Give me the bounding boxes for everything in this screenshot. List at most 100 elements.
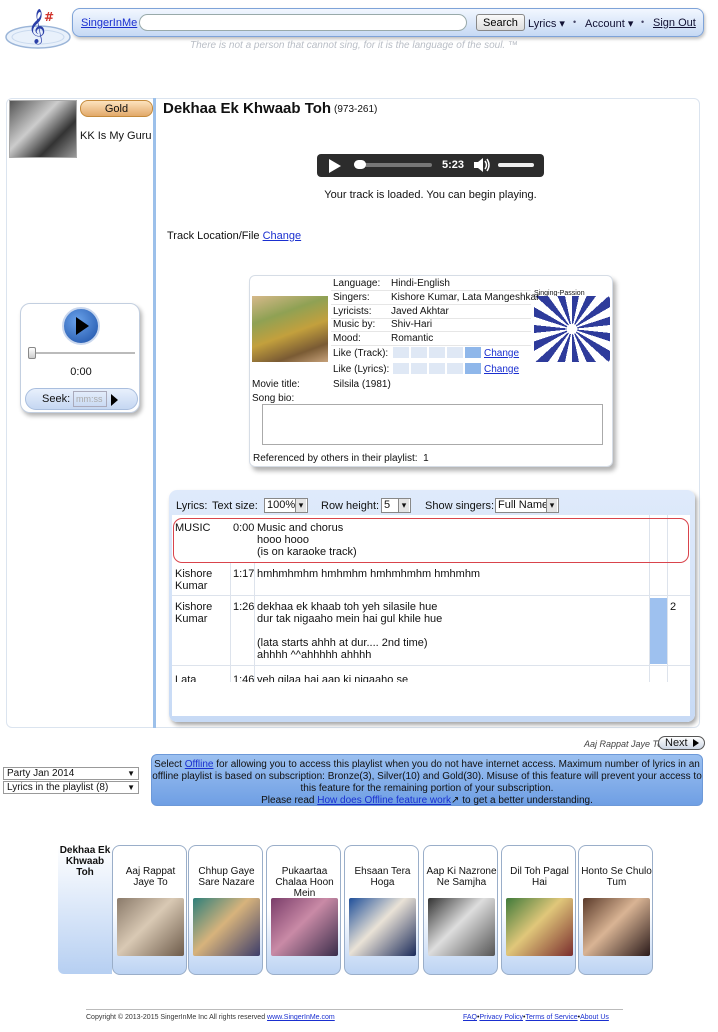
like-track-label: Like (Track):	[333, 348, 389, 359]
seek-go-icon[interactable]	[111, 394, 118, 406]
sign-out-link[interactable]: Sign Out	[653, 17, 696, 29]
like-rating-box[interactable]	[411, 347, 427, 358]
playlist-tile-title: Aap Ki Nazrone Ne Samjha	[426, 866, 497, 888]
current-song-title: Dekhaa Ek Khwaab Toh	[59, 845, 111, 878]
faq-link[interactable]: FAQ	[463, 1014, 477, 1021]
volume-slider[interactable]	[498, 163, 534, 167]
info-label: Lyricists:	[333, 306, 372, 317]
site-link[interactable]: www.SingerInMe.com	[267, 1014, 335, 1021]
lyrics-time[interactable]: 1:26	[233, 601, 254, 613]
info-value: Kishore Kumar, Lata Mangeshkar	[391, 292, 540, 303]
offline-notice: Select Offline for allowing you to acces…	[151, 754, 703, 806]
play-icon[interactable]	[329, 159, 341, 173]
like-rating-box[interactable]	[465, 363, 481, 374]
referenced-label: Referenced by others in their playlist:	[253, 453, 418, 464]
track-location-change-link[interactable]: Change	[263, 230, 302, 242]
movie-title-value: Silsila (1981)	[333, 379, 391, 390]
search-input[interactable]	[139, 14, 467, 31]
playlist-tile-title: Aaj Rappat Jaye To	[125, 866, 176, 888]
next-song-title: Aaj Rappat Jaye To	[584, 739, 663, 749]
audio-progress-handle[interactable]	[354, 160, 366, 169]
volume-icon[interactable]	[473, 157, 491, 173]
like-rating-box[interactable]	[429, 347, 445, 358]
like-lyrics-change-link[interactable]: Change	[484, 364, 519, 375]
lyrics-time[interactable]: 0:00	[233, 522, 254, 534]
chevron-down-icon: ▼	[127, 783, 135, 792]
offline-help-link[interactable]: How does Offline feature work	[317, 795, 451, 806]
like-track-change-link[interactable]: Change	[484, 348, 519, 359]
playlist-lyrics-select[interactable]: Lyrics in the playlist (8) ▼	[3, 781, 139, 794]
like-rating-box[interactable]	[447, 347, 463, 358]
playlist-tile-title: Dil Toh Pagal Hai	[510, 866, 569, 888]
info-value: Romantic	[391, 333, 434, 344]
lyrics-count: 2	[670, 601, 677, 613]
playlist-tile[interactable]: Chhup Gaye Sare Nazare	[188, 845, 263, 975]
singerinme-logo[interactable]: 𝄞 #	[4, 4, 72, 50]
mini-progress-handle[interactable]	[28, 347, 36, 359]
movie-title-label: Movie title:	[252, 379, 300, 390]
song-code: (973-261)	[334, 104, 378, 115]
divider	[331, 331, 531, 332]
svg-text:#: #	[44, 10, 54, 24]
track-loaded-message: Your track is loaded. You can begin play…	[324, 189, 537, 201]
seek-input[interactable]: mm:ss	[73, 391, 107, 407]
lyrics-singer: MUSIC	[175, 522, 211, 534]
like-rating-box[interactable]	[429, 363, 445, 374]
playlist-tile-thumbnail	[193, 898, 260, 956]
play-icon	[76, 317, 89, 335]
external-link-icon: ↗	[451, 795, 460, 806]
lyrics-text: dekhaa ek khaab toh yeh silasile hue dur…	[257, 601, 443, 661]
terms-link[interactable]: Terms of Service	[526, 1014, 578, 1021]
playlist-select[interactable]: Party Jan 2014 ▼	[3, 767, 139, 780]
like-rating-box[interactable]	[393, 363, 409, 374]
lyrics-text: hmhmhmhm hmhmhm hmhmhmhm hmhmhm	[257, 568, 481, 580]
text-size-label: Text size:	[212, 500, 258, 512]
playlist-tile-thumbnail	[506, 898, 573, 956]
info-label: Mood:	[333, 333, 361, 344]
singing-passion-logo	[534, 296, 610, 362]
playlist-tile-thumbnail	[349, 898, 416, 956]
top-nav-bar: SingerInMe Search Lyrics ▾ • Account ▾ •…	[72, 8, 704, 37]
about-link[interactable]: About Us	[580, 1014, 609, 1021]
home-link[interactable]: SingerInMe	[81, 17, 137, 29]
track-location: Track Location/File Change	[167, 230, 301, 242]
offline-read-pre: Please read	[261, 795, 315, 806]
playlist-tile[interactable]: Pukaartaa Chalaa Hoon Mein	[266, 845, 341, 975]
privacy-link[interactable]: Privacy Policy	[479, 1014, 523, 1021]
like-rating-box[interactable]	[411, 363, 427, 374]
playlist-tile-title: Ehsaan Tera Hoga	[354, 866, 411, 888]
lyrics-singer: Kishore Kumar	[175, 601, 213, 625]
playlist-tile[interactable]: Aaj Rappat Jaye To	[112, 845, 187, 975]
playlist-tile[interactable]: Aap Ki Nazrone Ne Samjha	[423, 845, 498, 975]
playlist-tile-title: Honto Se Chulo Tum	[581, 866, 652, 888]
offline-link[interactable]: Offline	[185, 759, 214, 770]
account-menu[interactable]: Account ▾	[585, 17, 633, 30]
offline-read-post: to get a better understanding.	[462, 795, 593, 806]
playlist-tile[interactable]: Ehsaan Tera Hoga	[344, 845, 419, 975]
playlist-tile-title: Chhup Gaye Sare Nazare	[198, 866, 255, 888]
avatar[interactable]	[9, 100, 77, 158]
offline-text: for allowing you to access this playlist…	[152, 759, 702, 794]
lyrics-singer: Kishore Kumar	[175, 568, 213, 592]
row-height-select[interactable]: 5	[381, 498, 411, 513]
playlist-tile[interactable]: Dil Toh Pagal Hai	[501, 845, 576, 975]
divider	[331, 304, 531, 305]
text-size-select[interactable]: 100%	[264, 498, 308, 513]
song-bio-textarea[interactable]	[262, 404, 603, 445]
info-value: Javed Akhtar	[391, 306, 449, 317]
referenced-count: Referenced by others in their playlist: …	[253, 453, 429, 464]
search-button[interactable]: Search	[476, 14, 525, 31]
copyright-text: Copyright © 2013-2015 SingerInMe Inc All…	[86, 1014, 266, 1021]
playlist-tile[interactable]: Honto Se Chulo Tum	[578, 845, 653, 975]
separator-dot: •	[573, 17, 577, 27]
like-rating-box[interactable]	[465, 347, 481, 358]
playlist-lyrics-select-value: Lyrics in the playlist (8)	[7, 782, 109, 793]
like-rating-box[interactable]	[447, 363, 463, 374]
show-singers-select[interactable]: Full Name	[495, 498, 559, 513]
lyrics-text: Music and chorus hooo hooo (is on karaok…	[257, 522, 357, 558]
lyrics-menu[interactable]: Lyrics ▾	[528, 17, 565, 30]
chevron-down-icon: ▾	[559, 18, 565, 30]
lyrics-time[interactable]: 1:17	[233, 568, 254, 580]
like-rating-box[interactable]	[393, 347, 409, 358]
mini-progress-track[interactable]	[28, 352, 135, 354]
